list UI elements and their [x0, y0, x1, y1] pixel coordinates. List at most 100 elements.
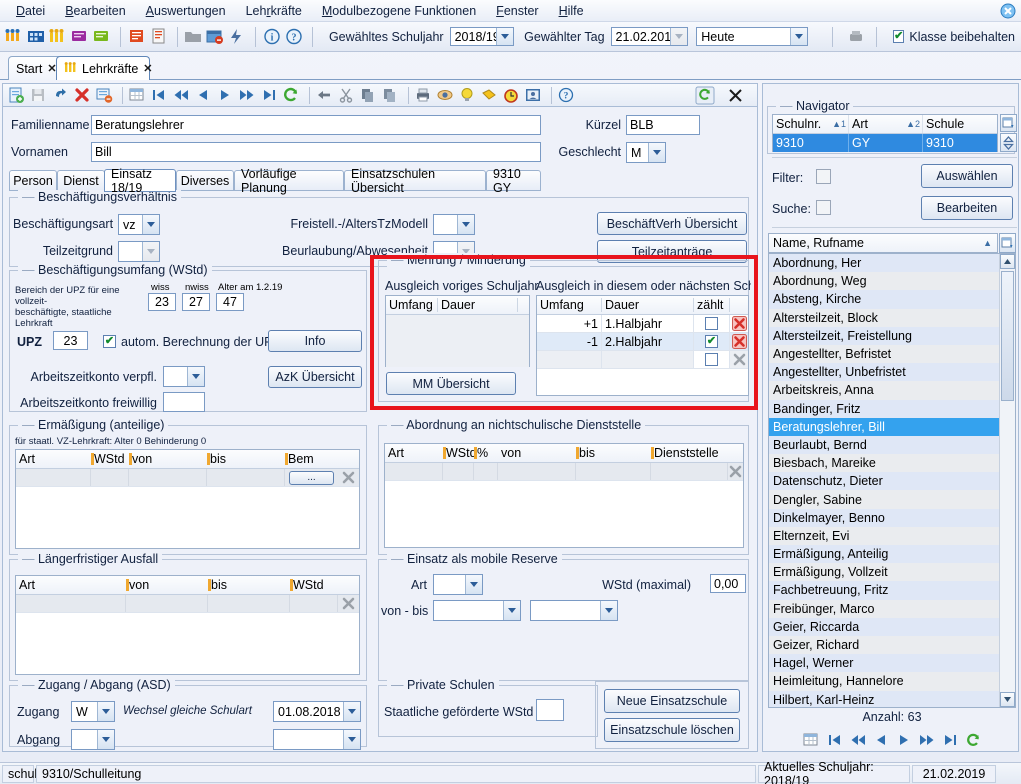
- mm-right-grid[interactable]: Umfang Dauer zählt +1 1.Halbjahr ✔: [536, 295, 749, 396]
- auto-upz-checkbox[interactable]: ✔: [103, 335, 116, 348]
- refresh-icon[interactable]: [965, 732, 982, 749]
- lightning-icon[interactable]: [227, 27, 247, 46]
- tab-einsatzschulen-uebersicht[interactable]: Einsatzschulen Übersicht: [344, 167, 486, 195]
- neue-einsatzschule-button[interactable]: Neue Einsatzschule: [604, 689, 740, 713]
- green-note-icon[interactable]: [92, 27, 112, 46]
- info-icon[interactable]: i: [262, 27, 282, 46]
- geschlecht-select[interactable]: M: [626, 142, 666, 163]
- list-item[interactable]: Fachbetreuung, Fritz: [769, 581, 999, 600]
- list-item[interactable]: Abordnung, Her: [769, 254, 999, 273]
- list-item[interactable]: Datenschutz, Dieter: [769, 472, 999, 491]
- table-row[interactable]: -1 2.Halbjahr ✔: [537, 333, 748, 351]
- tab-9310-gy[interactable]: 9310 GY: [486, 167, 541, 195]
- teilzeitgrund-select[interactable]: [118, 241, 160, 262]
- suche-checkbox[interactable]: ✔: [816, 200, 831, 215]
- chevron-down-icon[interactable]: [187, 367, 204, 386]
- list-header[interactable]: Name, Rufname ▲: [768, 233, 998, 253]
- menu-item-datei[interactable]: DDateiatei: [6, 2, 55, 20]
- nav-col-art[interactable]: Art ▲2: [849, 115, 923, 133]
- table-row[interactable]: 9310 GY 9310: [773, 134, 997, 152]
- zugang-date-select[interactable]: 01.08.2018: [273, 701, 361, 722]
- tab-vorlaeufige-planung[interactable]: Vorläufige Planung: [234, 167, 344, 195]
- chevron-down-icon[interactable]: [496, 28, 514, 45]
- nwiss-field[interactable]: 27: [182, 293, 210, 311]
- delete-icon[interactable]: [731, 316, 747, 331]
- tab-person[interactable]: Person: [9, 170, 57, 191]
- mm-row1-zaehlt-cell[interactable]: ✔: [694, 333, 730, 350]
- tab-einsatz[interactable]: Einsatz 18/19: [104, 167, 176, 195]
- lightbulb-icon[interactable]: [458, 86, 478, 105]
- paste-icon[interactable]: [381, 86, 401, 105]
- tab-diverses[interactable]: Diverses: [176, 170, 234, 191]
- mm-left-grid-body[interactable]: [386, 315, 529, 367]
- list-item[interactable]: Elternzeit, Evi: [769, 526, 999, 545]
- folder-gray-icon[interactable]: [183, 27, 203, 46]
- chevron-down-icon[interactable]: [457, 215, 474, 234]
- ermaessigung-grid-body[interactable]: [16, 487, 359, 547]
- beschaeftigungsart-select[interactable]: vz: [118, 214, 160, 235]
- scroll-thumb[interactable]: [1001, 271, 1014, 401]
- abgang-date-select[interactable]: [273, 729, 361, 750]
- help-icon[interactable]: ?: [557, 86, 577, 105]
- zugang-code-select[interactable]: W: [71, 701, 115, 722]
- list-item[interactable]: Absteng, Kirche: [769, 290, 999, 309]
- window-stop-icon[interactable]: [205, 27, 225, 46]
- list-item[interactable]: Beurlaubt, Bernd: [769, 435, 999, 455]
- edit-record-icon[interactable]: [95, 86, 115, 105]
- mobile-wstd-max-field[interactable]: 0,00: [710, 574, 746, 593]
- chevron-down-icon[interactable]: [465, 575, 482, 594]
- last-record-icon[interactable]: [942, 732, 958, 748]
- azk-uebersicht-button[interactable]: AzK Übersicht: [268, 366, 362, 388]
- prev-record-icon[interactable]: [194, 86, 214, 105]
- students-icon[interactable]: [48, 27, 68, 46]
- list-print-icon[interactable]: [149, 27, 169, 46]
- class-group-icon[interactable]: [4, 27, 24, 46]
- erm-row0-bem-cell[interactable]: ...: [285, 469, 338, 486]
- mm-row0-delete-cell[interactable]: [730, 315, 748, 332]
- chevron-down-icon[interactable]: [789, 28, 807, 45]
- chevron-down-icon[interactable]: [670, 28, 688, 45]
- tag-select[interactable]: 21.02.2019: [610, 27, 689, 46]
- list-item[interactable]: Heimleitung, Hannelore: [769, 672, 999, 691]
- list-scrollbar[interactable]: [999, 254, 1015, 707]
- first-record-icon[interactable]: [150, 86, 170, 105]
- menu-item-lehrkraefte[interactable]: Lehrkräfte: [236, 2, 312, 20]
- mm-row1-delete-cell[interactable]: [730, 333, 748, 350]
- menu-item-hilfe[interactable]: Hilfe: [549, 2, 594, 20]
- table-row[interactable]: ...: [16, 469, 359, 487]
- copy-icon[interactable]: [359, 86, 379, 105]
- list-item[interactable]: Ermäßigung, Vollzeit: [769, 563, 999, 582]
- menu-item-auswertungen[interactable]: Auswertungen: [136, 2, 236, 20]
- list-item[interactable]: Bandinger, Fritz: [769, 399, 999, 418]
- tab-start[interactable]: Start ✕: [8, 56, 62, 80]
- chevron-down-icon[interactable]: [503, 601, 520, 620]
- azk-verpfl-select[interactable]: [163, 366, 205, 387]
- mm-row2-zaehlt-cell[interactable]: ✔: [694, 351, 730, 368]
- scroll-down-button[interactable]: [1000, 692, 1015, 707]
- klasse-beibehalten-checkbox[interactable]: ✔: [893, 30, 905, 43]
- list-item[interactable]: Angestellter, Befristet: [769, 344, 999, 364]
- navigator-grid[interactable]: Schulnr. ▲1 Art ▲2 Schule 9310 GY 9310: [772, 114, 998, 152]
- delete-icon[interactable]: [731, 334, 747, 349]
- refresh-icon[interactable]: [282, 86, 302, 105]
- ellipsis-button[interactable]: ...: [289, 470, 334, 485]
- vornamen-field[interactable]: Bill: [91, 142, 541, 162]
- list-item[interactable]: Hilbert, Karl-Heinz: [769, 690, 999, 707]
- ausfall-grid-body[interactable]: [16, 613, 359, 673]
- mm-row1-zaehlt-checkbox[interactable]: ✔: [705, 335, 718, 348]
- preview-eye-icon[interactable]: [436, 86, 456, 105]
- nav-col-schule[interactable]: Schule: [923, 115, 997, 133]
- chevron-down-icon[interactable]: [600, 601, 617, 620]
- print-icon[interactable]: [414, 86, 434, 105]
- list-item[interactable]: Dengler, Sabine: [769, 490, 999, 509]
- freistell-select[interactable]: [433, 214, 475, 235]
- azk-freiwillig-field[interactable]: [163, 392, 205, 412]
- refresh-panel-icon[interactable]: [695, 86, 715, 105]
- close-icon[interactable]: ✕: [143, 62, 152, 75]
- familienname-field[interactable]: Beratungslehrer: [91, 115, 541, 135]
- list-item[interactable]: Abordnung, Weg: [769, 272, 999, 291]
- close-document-icon[interactable]: [725, 86, 745, 105]
- chevron-down-icon[interactable]: [97, 702, 114, 721]
- mobile-von-select[interactable]: [433, 600, 521, 621]
- chevron-down-icon[interactable]: [343, 730, 360, 749]
